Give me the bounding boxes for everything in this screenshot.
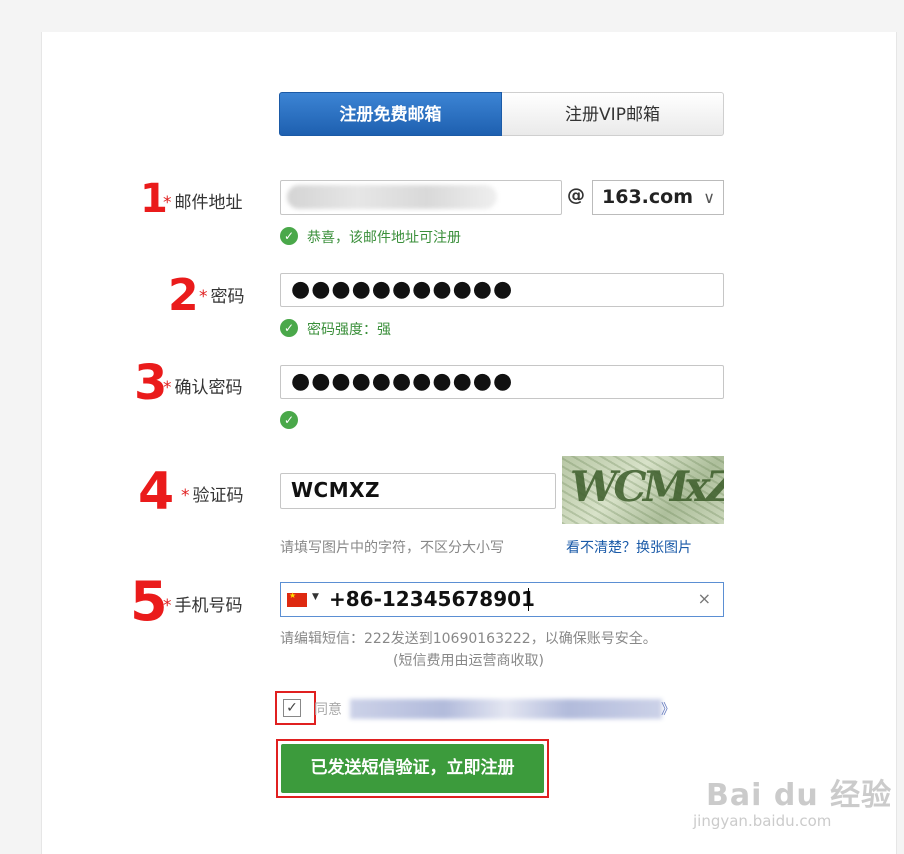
chevron-down-icon: ∨ xyxy=(703,188,715,207)
annotation-4: 4 xyxy=(138,462,175,522)
agreement-close-mark: 》 xyxy=(661,702,675,718)
at-sign: @ xyxy=(567,185,585,206)
phone-input[interactable]: ★ ▼ +86-12345678901 × xyxy=(280,582,724,617)
email-available-hint: 恭喜，该邮件地址可注册 xyxy=(307,230,461,246)
china-flag-icon[interactable]: ★ xyxy=(287,591,307,607)
captcha-input[interactable]: WCMXZ xyxy=(280,473,556,509)
phone-value: +86-12345678901 xyxy=(329,587,535,611)
domain-select[interactable]: 163.com ∨ xyxy=(592,180,724,215)
registration-panel xyxy=(41,32,897,854)
annotation-2: 2 xyxy=(168,270,199,321)
agreement-link-blurred[interactable] xyxy=(350,699,662,719)
register-button[interactable]: 已发送短信验证，立即注册 xyxy=(281,744,544,793)
caret-down-icon[interactable]: ▼ xyxy=(312,592,319,602)
password-label: * 密码 xyxy=(199,287,245,307)
captcha-hint: 请填写图片中的字符，不区分大小写 xyxy=(280,540,504,556)
email-input[interactable] xyxy=(280,180,562,215)
password-input[interactable]: ●●●●●●●●●●● xyxy=(280,273,724,307)
agree-text: 同意 xyxy=(314,702,342,718)
password-strength-hint: 密码强度：强 xyxy=(307,322,391,338)
captcha-image[interactable]: WCMxZ xyxy=(562,456,724,524)
captcha-label: * 验证码 xyxy=(181,486,244,506)
email-value-blurred xyxy=(287,185,497,209)
confirm-password-value: ●●●●●●●●●●● xyxy=(291,369,514,394)
annotation-5: 5 xyxy=(130,570,168,633)
tab-free-mailbox[interactable]: 注册免费邮箱 xyxy=(279,92,502,136)
check-icon: ✓ xyxy=(280,227,298,245)
baidu-watermark-logo: Bai du 经验 xyxy=(706,778,893,813)
agree-checkbox[interactable]: ✓ xyxy=(283,699,301,717)
sms-fee-note: (短信费用由运营商收取) xyxy=(393,653,544,669)
tab-vip-mailbox[interactable]: 注册VIP邮箱 xyxy=(502,92,724,136)
check-icon: ✓ xyxy=(280,411,298,429)
check-icon: ✓ xyxy=(280,319,298,337)
email-label: * 邮件地址 xyxy=(163,193,243,213)
clear-icon[interactable]: × xyxy=(698,589,711,608)
domain-value: 163.com xyxy=(602,186,693,208)
confirm-password-input[interactable]: ●●●●●●●●●●● xyxy=(280,365,724,399)
refresh-captcha-link[interactable]: 看不清楚？换张图片 xyxy=(566,537,692,557)
captcha-image-text: WCMxZ xyxy=(565,462,724,511)
baidu-watermark-url: jingyan.baidu.com xyxy=(693,812,832,830)
confirm-password-label: * 确认密码 xyxy=(163,378,243,398)
sms-instruction: 请编辑短信：222发送到10690163222，以确保账号安全。 xyxy=(280,631,657,647)
password-value: ●●●●●●●●●●● xyxy=(291,277,514,302)
captcha-value: WCMXZ xyxy=(291,478,381,502)
text-cursor xyxy=(528,588,529,611)
phone-label: * 手机号码 xyxy=(163,596,243,616)
